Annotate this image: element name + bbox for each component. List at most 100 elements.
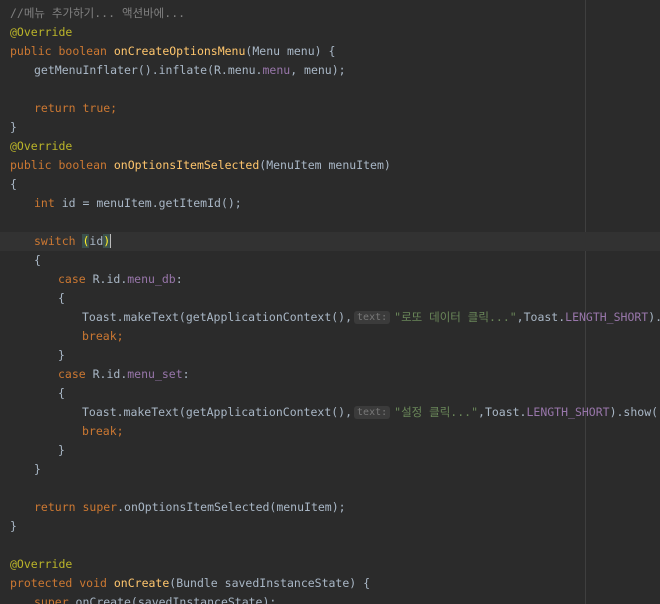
code-token: (Menu menu) { (245, 44, 336, 58)
code-token: case (58, 367, 93, 381)
code-token: id (89, 234, 104, 248)
code-text: { (58, 289, 65, 308)
code-text: public boolean onOptionsItemSelected(Men… (10, 156, 391, 175)
code-text: super.onCreate(savedInstanceState); (34, 593, 276, 604)
code-line[interactable]: } (0, 460, 660, 479)
code-token: } (58, 443, 65, 457)
code-line[interactable] (0, 213, 660, 232)
code-text: Toast.makeText(getApplicationContext(), t… (82, 308, 660, 327)
code-text: } (34, 460, 41, 479)
code-token: } (34, 462, 41, 476)
code-token: ,Toast. (478, 405, 527, 419)
code-line[interactable]: { (0, 289, 660, 308)
code-text: case R.id.menu_set: (58, 365, 190, 384)
code-token: //메뉴 추가하기... 액션바에... (10, 6, 186, 20)
code-token: ).show(); (648, 310, 660, 324)
code-line[interactable]: Toast.makeText(getApplicationContext(), t… (0, 403, 660, 422)
code-text: break; (82, 422, 124, 441)
code-text: { (58, 384, 65, 403)
code-token: R.id. (92, 367, 128, 381)
code-token: LENGTH_SHORT (526, 405, 610, 419)
code-token: { (58, 291, 65, 305)
code-token: menu_set (127, 367, 183, 381)
code-line[interactable]: { (0, 384, 660, 403)
code-text: } (10, 517, 17, 536)
code-line[interactable] (0, 80, 660, 99)
code-token: } (58, 348, 65, 362)
code-text: break; (82, 327, 124, 346)
code-line[interactable] (0, 479, 660, 498)
code-token: return (34, 101, 83, 115)
parameter-hint: text: (354, 406, 391, 419)
code-editor[interactable]: //메뉴 추가하기... 액션바에... @Override public bool… (0, 0, 660, 604)
code-line[interactable]: @Override (0, 555, 660, 574)
code-line[interactable]: { (0, 251, 660, 270)
code-token: ,Toast. (516, 310, 566, 324)
code-line[interactable]: case R.id.menu_db: (0, 270, 660, 289)
code-text: protected void onCreate(Bundle savedInst… (10, 574, 370, 593)
code-line[interactable]: } (0, 517, 660, 536)
code-line[interactable]: public boolean onCreateOptionsMenu(Menu … (0, 42, 660, 61)
code-text: { (10, 175, 17, 194)
code-token: Toast.makeText(getApplicationContext(), (82, 405, 353, 419)
code-token: break; (82, 424, 124, 438)
code-text: //메뉴 추가하기... 액션바에... (10, 4, 185, 23)
code-token: return (34, 500, 83, 514)
code-token: (MenuItem menuItem) (259, 158, 391, 172)
code-text: return true; (34, 99, 117, 118)
code-line[interactable]: { (0, 175, 660, 194)
code-token: onOptionsItemSelected (113, 158, 260, 172)
code-token: { (34, 253, 41, 267)
code-text: Toast.makeText(getApplicationContext(), t… (82, 403, 660, 422)
code-token: @Override (10, 25, 73, 39)
code-line[interactable] (0, 536, 660, 555)
code-line[interactable]: break; (0, 422, 660, 441)
code-line[interactable]: } (0, 441, 660, 460)
code-token: R.id. (92, 272, 128, 286)
code-token: ) (103, 234, 111, 248)
code-line[interactable]: Toast.makeText(getApplicationContext(), t… (0, 308, 660, 327)
code-text: @Override (10, 137, 72, 156)
code-token: : (175, 272, 183, 286)
code-token: .onOptionsItemSelected(menuItem); (117, 500, 346, 514)
code-token: super (34, 595, 69, 604)
parameter-hint: text: (354, 311, 391, 324)
code-text: int id = menuItem.getItemId(); (34, 194, 242, 213)
code-token: Toast.makeText(getApplicationContext(), (82, 310, 353, 324)
code-token: protected (10, 576, 80, 590)
code-line[interactable]: case R.id.menu_set: (0, 365, 660, 384)
code-token: } (10, 120, 17, 134)
text-caret (110, 234, 112, 248)
code-token: public (10, 44, 59, 58)
code-line[interactable]: break; (0, 327, 660, 346)
code-line[interactable]: } (0, 118, 660, 137)
code-text: case R.id.menu_db: (58, 270, 183, 289)
code-token: switch (34, 234, 83, 248)
code-line[interactable]: //메뉴 추가하기... 액션바에... (0, 4, 660, 23)
code-token: : (182, 367, 190, 381)
code-text: } (58, 346, 65, 365)
code-token: .onCreate(savedInstanceState); (68, 595, 277, 604)
code-line[interactable]: @Override (0, 137, 660, 156)
code-line[interactable]: return super.onOptionsItemSelected(menuI… (0, 498, 660, 517)
code-token: "로또 데이터 클릭..." (394, 310, 517, 324)
code-line[interactable]: public boolean onOptionsItemSelected(Men… (0, 156, 660, 175)
code-token: } (10, 519, 17, 533)
code-line[interactable]: super.onCreate(savedInstanceState); (0, 593, 660, 604)
code-line[interactable]: return true; (0, 99, 660, 118)
code-line[interactable]: } (0, 346, 660, 365)
code-line[interactable]: int id = menuItem.getItemId(); (0, 194, 660, 213)
code-line[interactable]: getMenuInflater().inflate(R.menu.menu, m… (0, 61, 660, 80)
code-token: id = menuItem.getItemId(); (61, 196, 242, 210)
code-token: public (10, 158, 59, 172)
code-text: } (10, 118, 17, 137)
code-token: boolean (58, 44, 114, 58)
code-line[interactable]: protected void onCreate(Bundle savedInst… (0, 574, 660, 593)
code-token: ; (110, 101, 118, 115)
code-token: (Bundle savedInstanceState) { (169, 576, 371, 590)
code-line[interactable]: switch (id) (0, 232, 660, 251)
code-token: int (34, 196, 62, 210)
code-token: onCreate (113, 576, 170, 590)
code-line[interactable]: @Override (0, 23, 660, 42)
code-token: getMenuInflater().inflate(R.menu. (34, 63, 263, 77)
